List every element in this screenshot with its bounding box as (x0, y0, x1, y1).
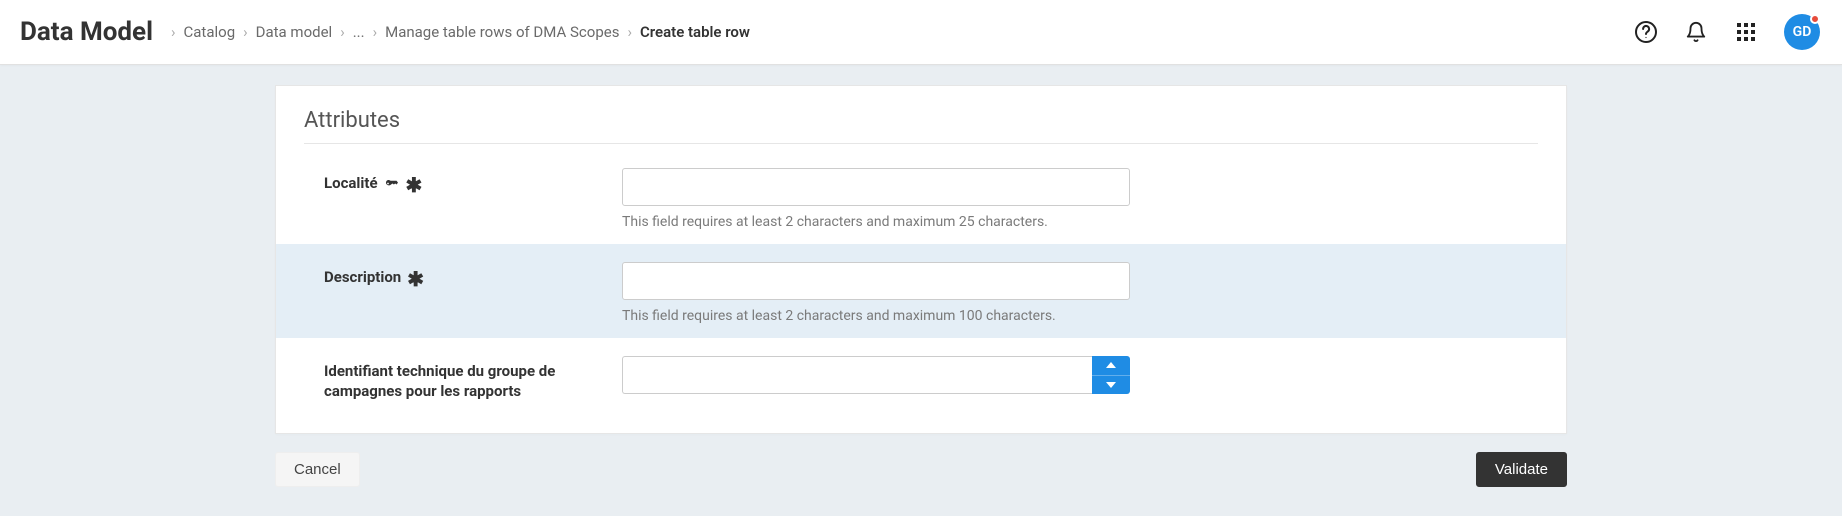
notification-dot-icon (1810, 14, 1820, 24)
topbar-right: GD (1634, 14, 1820, 50)
validate-button[interactable]: Validate (1476, 452, 1567, 487)
field-helper: This field requires at least 2 character… (622, 308, 1130, 324)
chevron-right-icon: › (340, 23, 345, 41)
chevron-right-icon: › (243, 23, 248, 41)
apps-grid-icon[interactable] (1734, 20, 1758, 44)
field-label: Description (324, 268, 401, 288)
app-title: Data Model (20, 17, 153, 47)
field-identifiant: Identifiant technique du groupe de campa… (304, 338, 1538, 415)
main-container: Attributes Localité ✱ This field require… (275, 85, 1567, 487)
attributes-panel: Attributes Localité ✱ This field require… (275, 85, 1567, 434)
breadcrumb-item[interactable]: Manage table rows of DMA Scopes (385, 23, 619, 41)
chevron-right-icon: › (373, 23, 378, 41)
avatar-initials: GD (1793, 24, 1812, 40)
help-icon[interactable] (1634, 20, 1658, 44)
chevron-right-icon: › (627, 23, 632, 41)
cancel-button[interactable]: Cancel (275, 452, 360, 487)
topbar-left: Data Model › Catalog › Data model › ... … (20, 17, 750, 47)
breadcrumb-current: Create table row (640, 23, 750, 41)
topbar: Data Model › Catalog › Data model › ... … (0, 0, 1842, 65)
key-icon (384, 176, 400, 192)
identifiant-stepper (622, 356, 1130, 394)
breadcrumb-item[interactable]: ... (353, 23, 365, 41)
field-localite: Localité ✱ This field requires at least … (304, 150, 1538, 244)
form-footer: Cancel Validate (275, 452, 1567, 487)
avatar[interactable]: GD (1784, 14, 1820, 50)
breadcrumb-item[interactable]: Data model (256, 23, 333, 41)
panel-title: Attributes (304, 108, 1538, 144)
breadcrumb: › Catalog › Data model › ... › Manage ta… (171, 23, 750, 41)
field-label: Localité (324, 174, 378, 194)
field-helper: This field requires at least 2 character… (622, 214, 1130, 230)
field-label: Identifiant technique du groupe de campa… (324, 362, 584, 401)
description-input[interactable] (622, 262, 1130, 300)
localite-input[interactable] (622, 168, 1130, 206)
chevron-right-icon: › (171, 23, 176, 41)
notifications-icon[interactable] (1684, 20, 1708, 44)
stepper-up-button[interactable] (1092, 356, 1130, 375)
breadcrumb-item[interactable]: Catalog (184, 23, 236, 41)
stepper-down-button[interactable] (1092, 375, 1130, 395)
field-description: Description ✱ This field requires at lea… (276, 244, 1566, 338)
identifiant-input[interactable] (622, 356, 1092, 394)
